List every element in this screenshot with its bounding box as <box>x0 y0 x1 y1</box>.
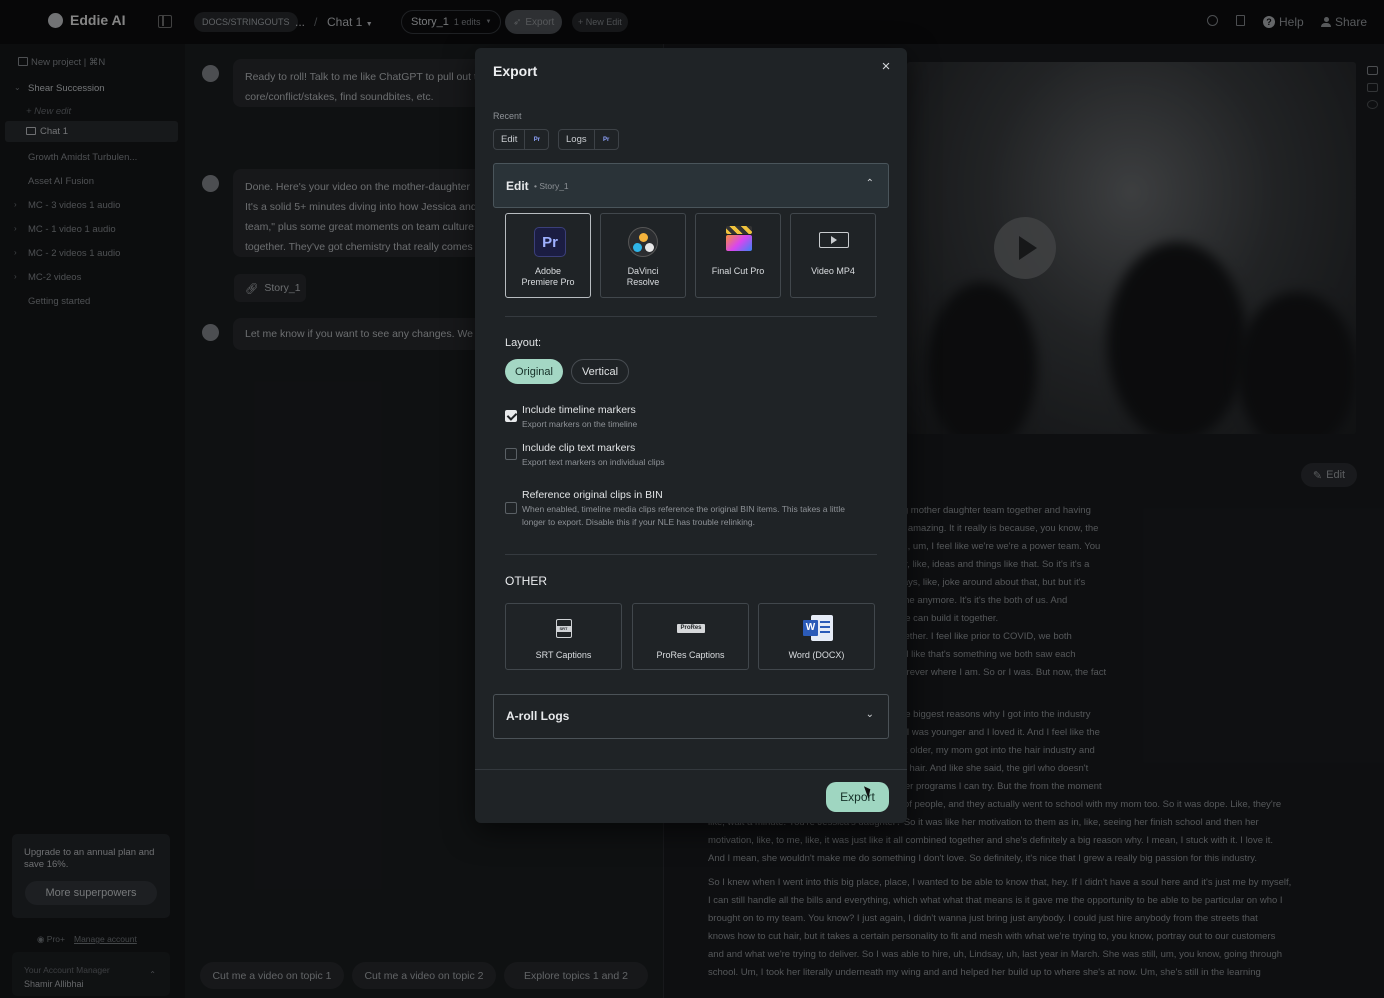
srt-icon-text: SRT <box>556 626 571 632</box>
option-title: Include clip text markers <box>522 442 636 454</box>
divider <box>505 316 877 317</box>
recent-chip-label: Edit <box>501 134 518 145</box>
close-icon[interactable]: × <box>878 58 894 75</box>
davinci-resolve-icon <box>628 227 658 257</box>
edit-section-title: Edit <box>506 179 529 193</box>
chevron-up-icon: ⌃ <box>865 178 874 189</box>
other-label: ProRes Captions <box>656 650 725 660</box>
word-icon: W <box>803 615 833 641</box>
export-video-mp4[interactable]: Video MP4 <box>790 213 876 298</box>
layout-vertical-option[interactable]: Vertical <box>571 359 629 384</box>
app-label-line: Video MP4 <box>811 266 855 276</box>
final-cut-pro-icon <box>726 226 752 252</box>
chevron-down-icon: ⌄ <box>865 709 874 720</box>
app-label: Video MP4 <box>793 266 873 277</box>
other-section-label: OTHER <box>505 574 547 588</box>
srt-file-icon: SRT <box>556 619 572 638</box>
option-description: When enabled, timeline media clips refer… <box>522 504 845 527</box>
edit-section-story: Story_1 <box>539 181 569 191</box>
divider <box>475 769 907 770</box>
app-label: Final Cut Pro <box>698 266 778 277</box>
timeline-markers-checkbox[interactable] <box>505 410 517 422</box>
export-final-cut-pro[interactable]: Final Cut Pro <box>695 213 781 298</box>
recent-chip-logs[interactable]: Logs Pr <box>558 129 619 150</box>
export-srt-captions[interactable]: SRT SRT Captions <box>505 603 622 670</box>
export-davinci-resolve[interactable]: DaVinci Resolve <box>600 213 686 298</box>
video-icon <box>819 232 849 248</box>
app-label-line: DaVinci <box>627 266 659 276</box>
export-premiere-pro[interactable]: Pr Adobe Premiere Pro <box>505 213 591 298</box>
edit-section-header[interactable]: Edit • Story_1 ⌃ <box>493 163 889 208</box>
recent-label: Recent <box>493 111 522 121</box>
app-label-line: Premiere Pro <box>521 277 575 287</box>
recent-chip-edit[interactable]: Edit Pr <box>493 129 550 150</box>
clip-text-markers-checkbox[interactable] <box>505 448 517 460</box>
option-description: Export text markers on individual clips <box>522 457 665 467</box>
aroll-logs-title: A-roll Logs <box>506 709 570 723</box>
modal-title: Export <box>493 63 538 79</box>
option-description: Export markers on the timeline <box>522 419 638 429</box>
option-title: Reference original clips in BIN <box>522 489 663 501</box>
recent-chip-label: Logs <box>566 134 587 145</box>
export-modal: Export × Recent Edit Pr Logs Pr Edit • S… <box>475 48 907 823</box>
export-word-docx[interactable]: W Word (DOCX) <box>758 603 875 670</box>
option-title: Include timeline markers <box>522 404 636 416</box>
app-label: DaVinci Resolve <box>603 266 683 288</box>
divider <box>505 554 877 555</box>
prores-icon: ProRes <box>677 624 705 633</box>
other-label: SRT Captions <box>535 650 592 660</box>
premiere-pro-icon: Pr <box>534 227 566 257</box>
export-button[interactable]: Export <box>826 782 889 812</box>
layout-original-option[interactable]: Original <box>505 359 563 384</box>
export-prores-captions[interactable]: ProRes ProRes Captions <box>632 603 749 670</box>
dot-separator: • <box>534 181 537 191</box>
edit-section-subtitle: • Story_1 <box>534 181 569 191</box>
premiere-icon: Pr <box>524 130 548 149</box>
app-label: Adobe Premiere Pro <box>508 266 588 288</box>
app-label-line: Adobe <box>534 266 562 276</box>
word-icon-letter: W <box>803 620 818 636</box>
reference-bin-checkbox[interactable] <box>505 502 517 514</box>
app-label-line: Resolve <box>626 277 660 287</box>
other-label: Word (DOCX) <box>788 650 845 660</box>
layout-label: Layout: <box>505 337 542 349</box>
aroll-logs-section[interactable]: A-roll Logs ⌄ <box>493 694 889 739</box>
premiere-icon: Pr <box>593 130 618 149</box>
app-label-line: Final Cut Pro <box>711 266 765 276</box>
